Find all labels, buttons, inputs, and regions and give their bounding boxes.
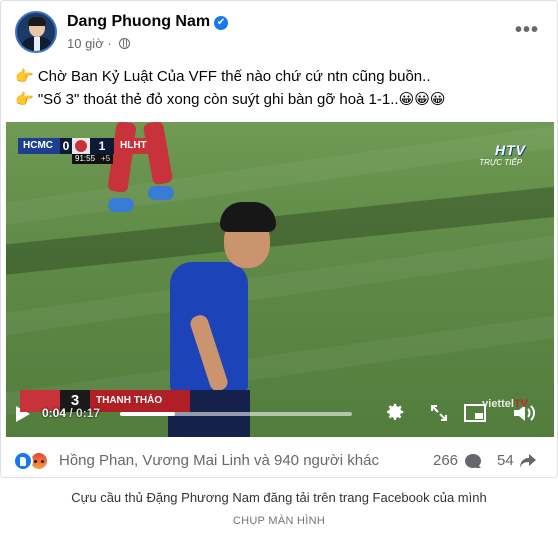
- comment-icon[interactable]: [465, 454, 481, 468]
- score-away: 1: [90, 138, 114, 154]
- viettel-watermark: viettelTV: [482, 398, 528, 410]
- author-name[interactable]: Dang Phuong Nam: [67, 13, 210, 30]
- author-name-row: Dang Phuong Nam ✔: [67, 13, 229, 31]
- progress-fill: [120, 412, 175, 416]
- reaction-bar: Hồng Phan, Vương Mai Linh và 940 người k…: [13, 449, 547, 473]
- score-home: 0: [60, 138, 72, 154]
- avatar-hair: [28, 17, 46, 26]
- avatar[interactable]: [15, 11, 57, 53]
- like-icon[interactable]: [13, 451, 33, 471]
- fullscreen-icon[interactable]: [430, 404, 448, 422]
- team-away: HLHT: [114, 138, 156, 154]
- more-dots-icon[interactable]: •••: [515, 19, 539, 42]
- post-header: Dang Phuong Nam ✔ 10 giờ · •••: [15, 11, 545, 55]
- photo-credit: CHỤP MÀN HÌNH: [232, 515, 326, 527]
- meta-separator: ·: [107, 36, 112, 51]
- broadcaster-logo: HTV: [495, 142, 526, 158]
- opponent-boot: [108, 198, 134, 212]
- footballer-hair: [220, 202, 276, 232]
- globe-icon: [119, 38, 131, 49]
- avatar-shirt: [34, 37, 40, 51]
- match-clock: 91:55 +5: [72, 154, 114, 164]
- player-name-graphic: THANH THẢO: [90, 390, 190, 412]
- clock-time: 91:55: [75, 154, 96, 163]
- facebook-post: Dang Phuong Nam ✔ 10 giờ · ••• 👉 Chờ Ban …: [0, 0, 558, 478]
- verified-icon: ✔: [214, 16, 229, 30]
- video-time: 0:04 / 0:17: [42, 406, 101, 420]
- share-count[interactable]: 54: [497, 452, 514, 469]
- current-time: 0:04: [42, 406, 67, 420]
- post-text: 👉 Chờ Ban Kỷ Luật Của VFF thế nào chứ cứ…: [15, 65, 545, 111]
- broadcaster-sub: TRỰC TIẾP: [479, 158, 522, 167]
- settings-gear-icon[interactable]: [384, 401, 406, 423]
- share-icon[interactable]: [519, 452, 537, 470]
- opponent-boot: [148, 186, 174, 200]
- video-player[interactable]: HCMC 0 1 HLHT 91:55 +5 HTV TRỰC TIẾP 3 TH…: [6, 122, 554, 437]
- club-crest-icon: [72, 138, 90, 154]
- post-meta: 10 giờ ·: [67, 36, 131, 51]
- added-time: +5: [101, 154, 111, 163]
- video-controls: 3 THANH THẢO 0:04 / 0:17: [6, 390, 554, 437]
- comment-count[interactable]: 266: [433, 452, 458, 469]
- reacted-by[interactable]: Hồng Phan, Vương Mai Linh và 940 người k…: [59, 452, 379, 469]
- post-text-line: 👉 Chờ Ban Kỷ Luật Của VFF thế nào chứ cứ…: [15, 68, 431, 85]
- post-timestamp[interactable]: 10 giờ: [67, 36, 104, 51]
- team-home: HCMC: [18, 138, 60, 154]
- photo-caption: Cựu cầu thủ Đặng Phương Nam đăng tải trê…: [71, 490, 487, 505]
- duration: 0:17: [76, 406, 101, 420]
- post-text-line: 👉 "Số 3" thoát thẻ đỏ xong còn suýt ghi …: [15, 91, 446, 108]
- progress-track[interactable]: [120, 412, 352, 416]
